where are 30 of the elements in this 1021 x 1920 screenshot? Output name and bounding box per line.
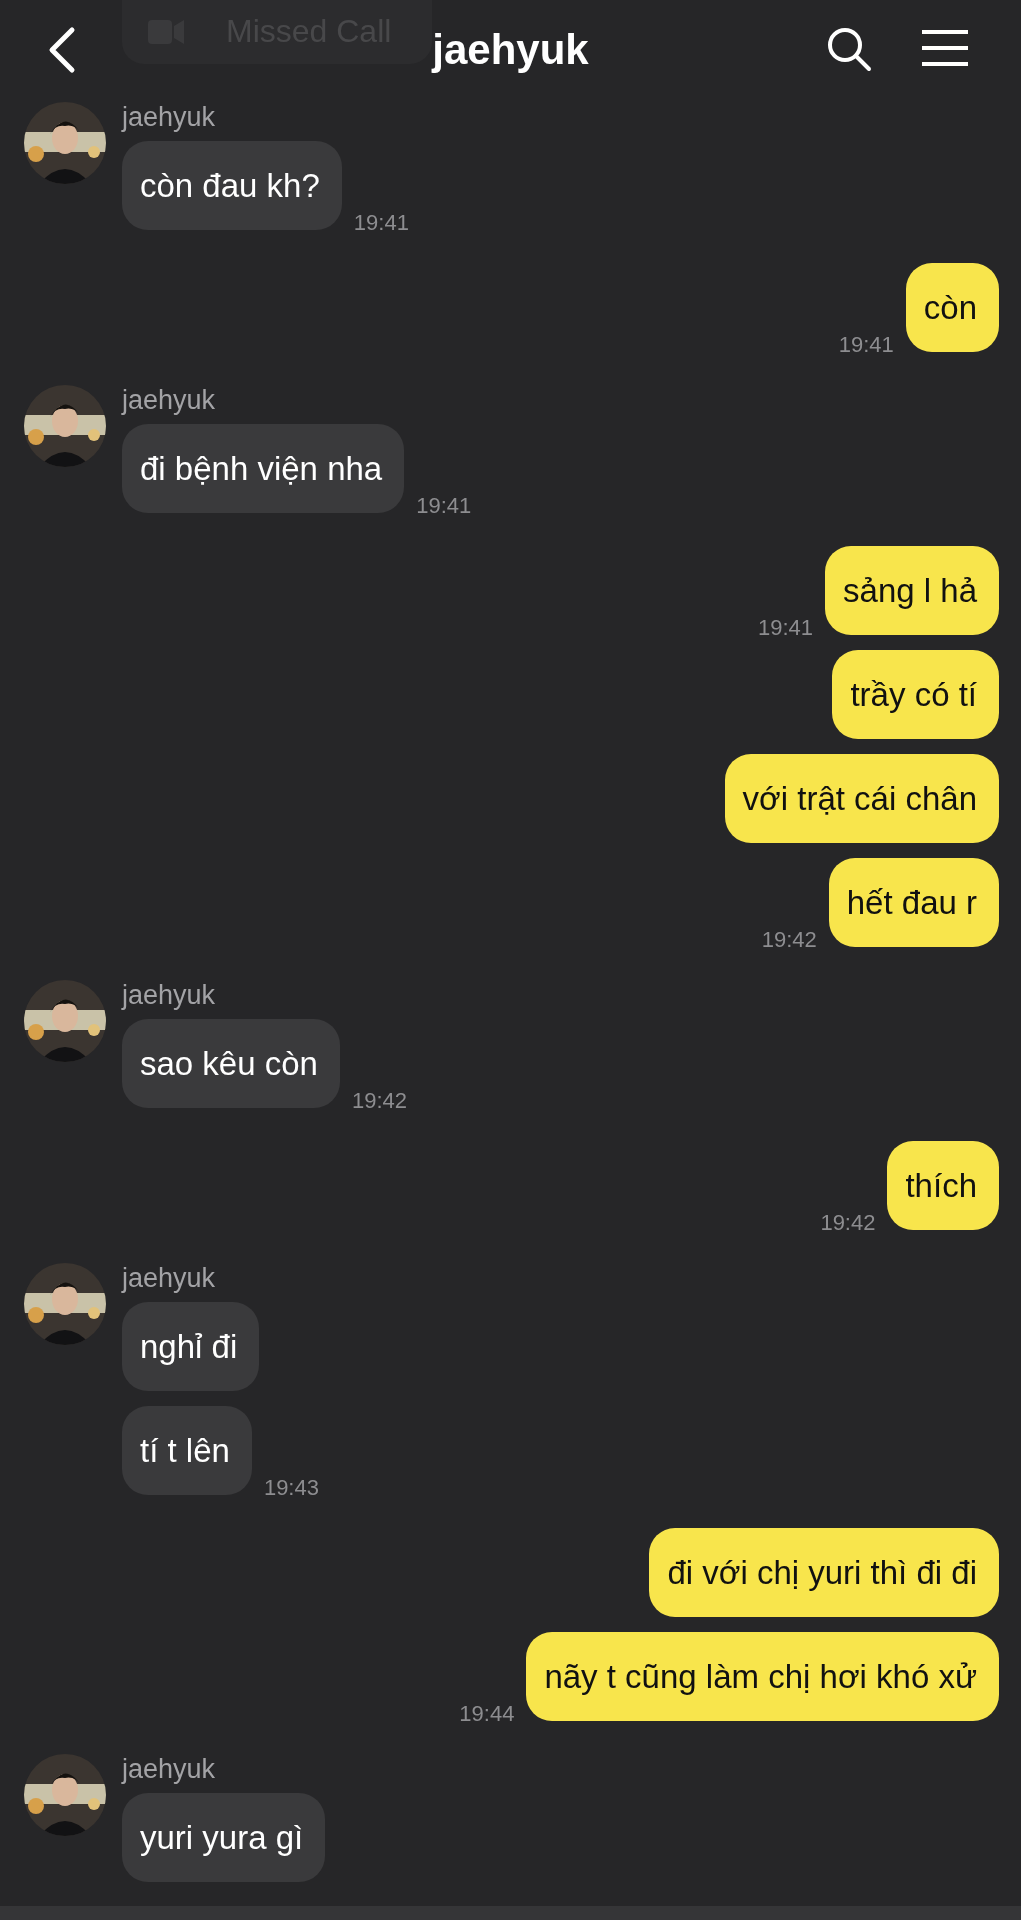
message-bubble: thích	[887, 1141, 999, 1230]
sender-name: jaehyuk	[122, 980, 217, 1011]
message-time: 19:41	[416, 493, 472, 519]
message-time: 19:41	[353, 210, 409, 236]
message-time: 19:41	[838, 332, 894, 358]
sender-name: jaehyuk	[122, 1754, 217, 1785]
message-bubble: còn	[905, 263, 999, 352]
message-bubble: đi với chị yuri thì đi đi	[649, 1528, 999, 1617]
message-time: 19:42	[351, 1088, 408, 1114]
message-bubble: tí t lên	[122, 1406, 252, 1495]
search-icon[interactable]	[826, 26, 872, 72]
message-bubble: trầy có tí	[832, 650, 999, 739]
message-time: 19:44	[459, 1701, 515, 1727]
message-bubble: với trật cái chân	[724, 754, 999, 843]
message-bubble: hết đau r	[828, 858, 999, 947]
message-bubble: nãy t cũng làm chị hơi khó xử	[526, 1632, 999, 1721]
sender-name: jaehyuk	[122, 385, 217, 416]
message-time: 19:42	[820, 1210, 876, 1236]
chat-title: jaehyuk	[432, 26, 589, 74]
message-time: 19:41	[758, 615, 814, 641]
message-bubble: còn đau kh?	[122, 141, 342, 230]
message-time: 19:42	[761, 927, 817, 953]
message-bubble: yuri yura gì	[122, 1793, 326, 1882]
message-bubble: sảng l hả	[825, 546, 999, 635]
sender-name: jaehyuk	[122, 102, 217, 133]
message-time: 19:43	[263, 1475, 319, 1501]
message-bubble: đi bệnh viện nha	[122, 424, 405, 513]
sender-name: jaehyuk	[122, 1263, 217, 1294]
message-bubble: nghỉ đi	[122, 1302, 260, 1391]
message-bubble: sao kêu còn	[122, 1019, 340, 1108]
